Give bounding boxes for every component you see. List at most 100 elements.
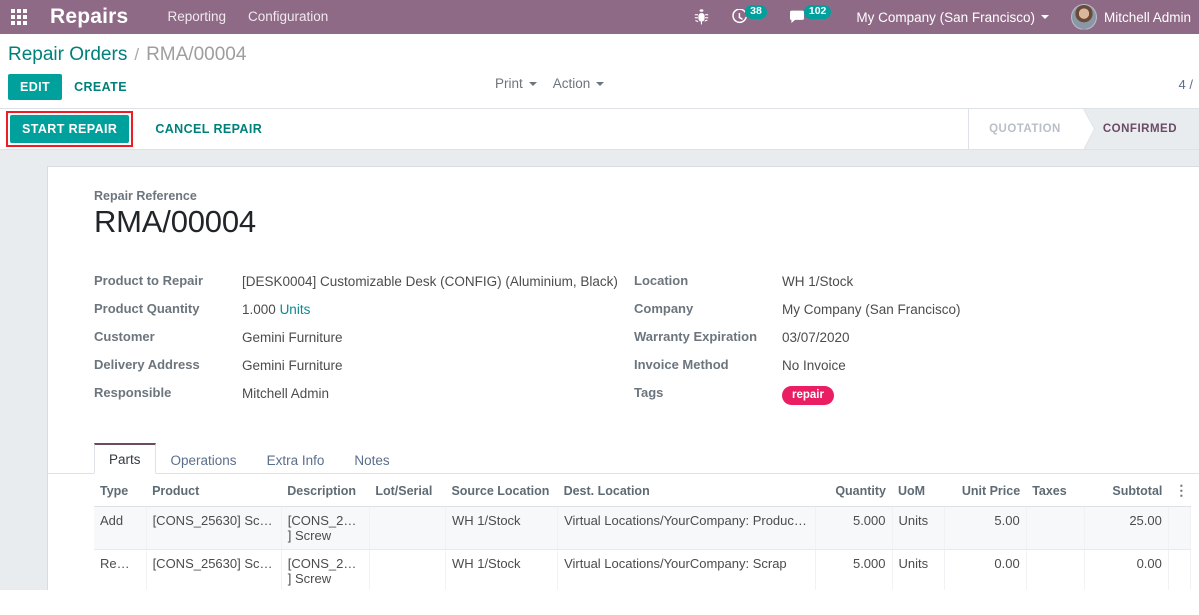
breadcrumb-item-repair-orders[interactable]: Repair Orders <box>8 44 127 66</box>
action-dropdown[interactable]: Action <box>553 76 605 91</box>
field-label: Product to Repair <box>94 273 204 288</box>
parts-table-body: Add [CONS_25630] Screw [CONS_25630 ] Scr… <box>94 506 1192 590</box>
create-button[interactable]: CREATE <box>62 74 139 100</box>
field-value[interactable]: 1.000 <box>242 302 276 317</box>
status-stage-confirmed[interactable]: CONFIRMED <box>1082 109 1199 149</box>
cell-source-location[interactable]: WH 1/Stock <box>445 549 559 590</box>
content-area: Repair Reference RMA/00004 Product to Re… <box>0 150 1199 590</box>
col-header-unit-price[interactable]: Unit Price <box>944 474 1027 507</box>
notebook-tab-list: Parts Operations Extra Info Notes <box>48 442 1199 474</box>
messages-count-badge: 102 <box>803 5 832 19</box>
optional-columns-toggle[interactable]: ⋮ <box>1168 474 1191 507</box>
field-value[interactable]: No Invoice <box>782 356 846 377</box>
apps-grid-icon <box>11 9 27 25</box>
navbar-right-group: 38 102 My Company (San Francisco) Mitche… <box>683 0 1191 34</box>
activities-count-badge: 38 <box>745 5 767 19</box>
col-header-uom[interactable]: UoM <box>892 474 945 507</box>
breadcrumb-item-current: RMA/00004 <box>146 44 247 65</box>
cell-type[interactable]: Remo… <box>94 549 147 590</box>
control-panel-dropdowns: Print Action <box>495 76 605 91</box>
field-value[interactable]: Gemini Furniture <box>242 328 343 349</box>
cell-dest-location[interactable]: Virtual Locations/YourCompany: Scrap <box>557 549 817 590</box>
apps-menu-button[interactable] <box>0 0 38 34</box>
notebook: Parts Operations Extra Info Notes Type P… <box>48 442 1199 590</box>
company-switcher[interactable]: My Company (San Francisco) <box>842 10 1059 25</box>
col-header-dest-location[interactable]: Dest. Location <box>557 474 816 507</box>
cell-product[interactable]: [CONS_25630] Screw <box>146 549 282 590</box>
menu-item-reporting[interactable]: Reporting <box>156 0 237 34</box>
col-header-taxes[interactable]: Taxes <box>1026 474 1085 507</box>
edit-button[interactable]: EDIT <box>8 74 63 100</box>
chevron-down-icon <box>596 81 605 86</box>
cancel-repair-button[interactable]: CANCEL REPAIR <box>141 115 276 143</box>
field-tags: Tags repair <box>634 384 1175 406</box>
col-header-subtotal[interactable]: Subtotal <box>1084 474 1169 507</box>
parts-table-head: Type Product Description Lot/Serial Sour… <box>94 474 1191 507</box>
field-product-quantity: Product Quantity 1.000 Units <box>94 300 634 322</box>
bug-icon <box>694 9 709 25</box>
field-invoice-method: Invoice Method No Invoice <box>634 356 1175 378</box>
cell-unit-price[interactable]: 0.00 <box>944 549 1027 590</box>
tab-notes[interactable]: Notes <box>339 445 404 474</box>
cell-type[interactable]: Add <box>94 506 147 550</box>
table-row[interactable]: Remo… [CONS_25630] Screw [CONS_25630 ] S… <box>94 549 1192 590</box>
tab-extra-info[interactable]: Extra Info <box>252 445 340 474</box>
cell-description[interactable]: [CONS_25630 ] Screw <box>281 506 370 550</box>
col-header-product[interactable]: Product <box>146 474 282 507</box>
record-sheet: Repair Reference RMA/00004 Product to Re… <box>47 166 1199 590</box>
cell-lot-serial[interactable] <box>369 549 446 590</box>
sheet-header-group: Repair Reference RMA/00004 Product to Re… <box>48 189 1199 412</box>
record-pager[interactable]: 4 / <box>1179 77 1193 92</box>
print-dropdown[interactable]: Print <box>495 76 537 91</box>
cell-source-location[interactable]: WH 1/Stock <box>445 506 559 550</box>
user-menu[interactable]: Mitchell Admin <box>1059 4 1191 30</box>
cell-description[interactable]: [CONS_25630 ] Screw <box>281 549 370 590</box>
chevron-down-icon <box>528 81 537 86</box>
cell-product[interactable]: [CONS_25630] Screw <box>146 506 282 550</box>
cell-uom[interactable]: Units <box>892 506 945 550</box>
start-repair-button[interactable]: START REPAIR <box>10 115 130 143</box>
user-menu-label: Mitchell Admin <box>1103 9 1191 25</box>
field-label: Product Quantity <box>94 301 200 316</box>
field-value[interactable]: My Company (San Francisco) <box>782 300 961 321</box>
tab-parts[interactable]: Parts <box>94 443 156 474</box>
repair-reference-label: Repair Reference <box>94 189 197 203</box>
cell-taxes[interactable] <box>1026 549 1085 590</box>
cell-subtotal[interactable]: 0.00 <box>1084 549 1169 590</box>
cell-lot-serial[interactable] <box>369 506 446 550</box>
activities-button[interactable]: 38 <box>720 0 778 34</box>
field-value-uom[interactable]: Units <box>280 302 311 317</box>
form-action-buttons: START REPAIR CANCEL REPAIR <box>0 109 276 149</box>
status-bar: QUOTATION CONFIRMED <box>968 109 1199 150</box>
cell-unit-price[interactable]: 5.00 <box>944 506 1027 550</box>
field-value[interactable]: Mitchell Admin <box>242 384 329 405</box>
tab-operations[interactable]: Operations <box>156 445 252 474</box>
cell-dest-location[interactable]: Virtual Locations/YourCompany: Producti… <box>557 506 817 550</box>
field-warranty-expiration: Warranty Expiration 03/07/2020 <box>634 328 1175 350</box>
field-value[interactable]: Gemini Furniture <box>242 356 343 377</box>
col-header-quantity[interactable]: Quantity <box>815 474 893 507</box>
field-location: Location WH 1/Stock <box>634 272 1175 294</box>
messages-button[interactable]: 102 <box>778 0 843 34</box>
status-stage-quotation[interactable]: QUOTATION <box>969 109 1095 150</box>
cell-quantity[interactable]: 5.000 <box>815 506 893 550</box>
bug-report-button[interactable] <box>683 0 720 34</box>
col-header-type[interactable]: Type <box>94 474 147 507</box>
cell-quantity[interactable]: 5.000 <box>815 549 893 590</box>
cell-taxes[interactable] <box>1026 506 1085 550</box>
col-header-lot-serial[interactable]: Lot/Serial <box>369 474 446 507</box>
menu-item-configuration[interactable]: Configuration <box>237 0 339 34</box>
cell-subtotal[interactable]: 25.00 <box>1084 506 1169 550</box>
col-header-description[interactable]: Description <box>281 474 370 507</box>
vertical-dots-icon: ⋮ <box>1174 482 1189 498</box>
status-badge-tag[interactable]: repair <box>782 386 834 406</box>
col-header-source-location[interactable]: Source Location <box>445 474 558 507</box>
field-label: Location <box>634 273 689 288</box>
field-value[interactable]: 03/07/2020 <box>782 328 850 349</box>
field-value[interactable]: [DESK0004] Customizable Desk (CONFIG) (A… <box>242 272 618 293</box>
form-column-right: Location WH 1/Stock Company My Company (… <box>634 272 1175 412</box>
table-row[interactable]: Add [CONS_25630] Screw [CONS_25630 ] Scr… <box>94 506 1192 550</box>
field-value[interactable]: WH 1/Stock <box>782 272 853 293</box>
app-brand-title[interactable]: Repairs <box>50 5 128 29</box>
cell-uom[interactable]: Units <box>892 549 945 590</box>
